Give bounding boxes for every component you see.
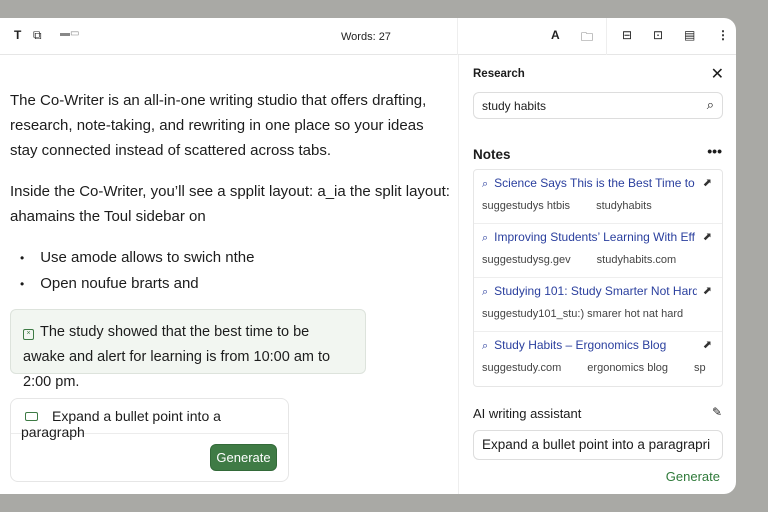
bullet-list: Use amode allows to swich nthe Open nouf… [20, 245, 450, 297]
search-value: study habits [482, 99, 547, 113]
external-link-icon[interactable]: ⬈ [703, 284, 712, 297]
search-icon: ⌕ [482, 178, 489, 190]
zoom-icon[interactable]: ⊡ [653, 28, 663, 42]
search-icon[interactable]: ⌕ [707, 97, 714, 113]
editor[interactable]: The Co-Writer is an all-in-one writing s… [10, 88, 450, 297]
generate-button[interactable]: Generate [210, 444, 277, 471]
paragraph: The Co-Writer is an all-in-one writing s… [10, 92, 427, 159]
external-link-icon[interactable]: ⬈ [703, 176, 712, 189]
quote-icon: × [23, 329, 34, 340]
prompt-text[interactable]: Expand a bullet point into a paragraph [21, 408, 221, 440]
note-meta: suggestudy.com [482, 362, 562, 374]
copy-icon[interactable]: ⧉ [33, 28, 42, 43]
note-meta: sp [694, 362, 706, 374]
divider [606, 18, 607, 55]
note-title[interactable]: Studying 101: Study Smarter Not Hard [494, 284, 697, 298]
word-count: Words: 27 [341, 31, 391, 43]
divider [457, 18, 458, 55]
font-icon[interactable]: A [551, 28, 560, 42]
more-options-icon[interactable]: ••• [707, 143, 722, 159]
ai-prompt-input[interactable]: Expand a bullet point into a paragrapri [473, 430, 723, 460]
search-icon: ⌕ [482, 232, 489, 244]
ai-assistant-title: AI writing assistant [473, 406, 582, 421]
list-item[interactable]: ⌕ Improving Students’ Learning With Eff su… [474, 224, 722, 278]
app-window: T ⧉ ▬▭ Words: 27 A 🗀 ⊟ ⊡ ▤ ⋮ The Co-Writ… [0, 18, 736, 494]
quote-block: × The study showed that the best time to … [10, 309, 366, 390]
note-meta: studyhabits.com [596, 254, 677, 266]
note-title[interactable]: Study Habits – Ergonomics Blog [494, 338, 666, 352]
layout-icon[interactable]: ⊟ [622, 28, 632, 42]
note-meta: suggestudy101_stu:) smarer hot nat hard [482, 308, 684, 320]
note-meta: ergonomics blog [587, 362, 669, 374]
notes-icon[interactable]: ▤ [684, 28, 695, 42]
panel-title: Research [473, 68, 525, 80]
link-icon[interactable]: ▬▭ [60, 28, 79, 39]
ai-generate-button[interactable]: Generate [666, 469, 720, 484]
research-panel: Research ✕ study habits ⌕ Notes ••• ⌕ Scie… [458, 55, 736, 494]
notes-list: ⌕ Science Says This is the Best Time to su… [473, 169, 723, 387]
more-icon[interactable]: ⋮ [717, 28, 729, 42]
text-icon[interactable]: T [14, 28, 21, 42]
list-item[interactable]: ⌕ Studying 101: Study Smarter Not Hard sug… [474, 278, 722, 332]
chat-icon [25, 412, 38, 421]
search-input[interactable]: study habits ⌕ [473, 92, 723, 119]
note-meta: suggestudysg.gev [482, 254, 571, 266]
search-icon: ⌕ [482, 340, 489, 352]
list-item[interactable]: ⌕ Science Says This is the Best Time to su… [474, 170, 722, 224]
note-meta: suggestudys htbis [482, 200, 571, 212]
note-meta: studyhabits [596, 200, 652, 212]
prompt-card: Expand a bullet point into a paragraph G… [10, 398, 289, 482]
notes-title: Notes [473, 147, 511, 162]
quote-text: The study showed that the best time to b… [23, 324, 331, 390]
paragraph: Inside the Co-Writer, you’ll see a sppli… [10, 183, 450, 225]
bullet-item: Open noufue brarts and [20, 271, 450, 297]
external-link-icon[interactable]: ⬈ [703, 230, 712, 243]
note-title[interactable]: Improving Students’ Learning With Eff [494, 230, 695, 244]
note-title[interactable]: Science Says This is the Best Time to [494, 176, 695, 190]
close-icon[interactable]: ✕ [711, 64, 724, 84]
folder-icon[interactable]: 🗀 [581, 28, 593, 49]
search-icon: ⌕ [482, 286, 489, 298]
bullet-item: Use amode allows to swich nthe [20, 245, 450, 271]
list-item[interactable]: ⌕ Study Habits – Ergonomics Blog suggestud… [474, 332, 722, 386]
edit-icon[interactable]: ✎ [712, 405, 722, 419]
external-link-icon[interactable]: ⬈ [703, 338, 712, 351]
toolbar: T ⧉ ▬▭ Words: 27 A 🗀 ⊟ ⊡ ▤ ⋮ [0, 18, 736, 55]
